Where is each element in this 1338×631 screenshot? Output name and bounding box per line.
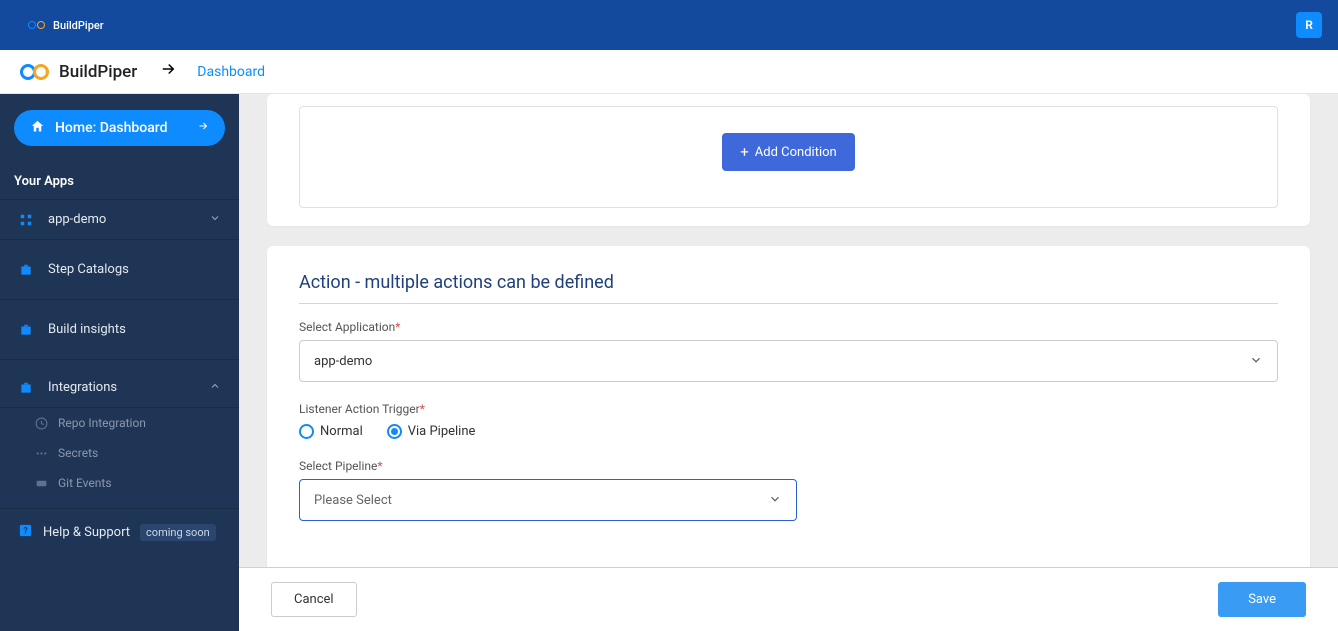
dots-icon xyxy=(34,447,48,460)
sidebar-subitem-label: Repo Integration xyxy=(58,416,146,430)
sidebar-subitem-secrets[interactable]: Secrets xyxy=(0,438,239,468)
circle-arrow-icon xyxy=(34,417,48,430)
sidebar-item-label: Build insights xyxy=(48,322,126,337)
arrow-right-icon xyxy=(197,120,209,136)
conditions-inner-box: + Add Condition xyxy=(299,106,1278,208)
briefcase-icon xyxy=(18,381,34,395)
logo-ring-blue-icon xyxy=(28,21,36,29)
sidebar-item-label: Integrations xyxy=(48,380,117,395)
sidebar-item-help-support[interactable]: ? Help & Support coming soon xyxy=(0,508,239,556)
save-button[interactable]: Save xyxy=(1218,582,1306,617)
briefcase-icon xyxy=(18,263,34,277)
grid-icon xyxy=(18,213,34,227)
select-pipeline-placeholder: Please Select xyxy=(314,493,392,508)
main-content: + Add Condition Action - multiple action… xyxy=(239,94,1338,631)
brand-big: BuildPiper xyxy=(59,62,137,82)
footer-bar: Cancel Save xyxy=(239,567,1338,631)
select-application-dropdown[interactable]: app-demo xyxy=(299,340,1278,382)
sidebar-item-build-insights[interactable]: Build insights xyxy=(0,300,239,360)
conditions-card: + Add Condition xyxy=(267,94,1310,226)
brand-small: BuildPiper xyxy=(53,19,104,32)
select-application-value: app-demo xyxy=(314,354,372,369)
breadcrumb-bar: BuildPiper Dashboard xyxy=(0,50,1338,94)
sidebar-subitem-label: Git Events xyxy=(58,476,112,490)
home-dashboard-button[interactable]: Home: Dashboard xyxy=(14,110,225,146)
breadcrumb-logo[interactable]: BuildPiper xyxy=(20,62,137,82)
coming-soon-badge: coming soon xyxy=(140,524,216,541)
sidebar: Home: Dashboard Your Apps app-demo xyxy=(0,94,239,631)
radio-icon xyxy=(299,424,314,439)
sidebar-item-label: Step Catalogs xyxy=(48,262,129,277)
action-heading: Action - multiple actions can be defined xyxy=(299,272,1278,293)
radio-via-pipeline-label: Via Pipeline xyxy=(408,424,476,439)
arrow-right-icon xyxy=(159,60,177,83)
radio-normal-label: Normal xyxy=(320,424,363,439)
logo-ring-orange-icon xyxy=(33,64,49,80)
help-label: Help & Support xyxy=(43,525,130,540)
ticket-icon xyxy=(34,477,48,490)
sidebar-item-app-demo[interactable]: app-demo xyxy=(0,199,239,240)
add-condition-label: Add Condition xyxy=(755,145,837,160)
svg-text:?: ? xyxy=(23,527,28,537)
briefcase-icon xyxy=(18,323,34,337)
select-pipeline-label: Select Pipeline* xyxy=(299,459,1278,473)
top-bar: BuildPiper R xyxy=(0,0,1338,50)
chevron-up-icon xyxy=(209,380,221,395)
select-pipeline-dropdown[interactable]: Please Select xyxy=(299,479,797,521)
sidebar-subitem-git-events[interactable]: Git Events xyxy=(0,468,239,508)
layout: Home: Dashboard Your Apps app-demo xyxy=(0,94,1338,631)
logo-ring-orange-icon xyxy=(37,21,45,29)
breadcrumb-dashboard-link[interactable]: Dashboard xyxy=(197,64,265,80)
divider xyxy=(299,303,1278,304)
sidebar-subitem-label: Secrets xyxy=(58,446,98,460)
radio-via-pipeline[interactable]: Via Pipeline xyxy=(387,424,476,439)
sidebar-item-step-catalogs[interactable]: Step Catalogs xyxy=(0,240,239,300)
select-application-label: Select Application* xyxy=(299,320,1278,334)
plus-icon: + xyxy=(740,143,749,161)
help-square-icon: ? xyxy=(18,523,33,542)
radio-normal[interactable]: Normal xyxy=(299,424,363,439)
trigger-radio-group: Normal Via Pipeline xyxy=(299,424,1278,439)
sidebar-item-label: app-demo xyxy=(48,212,106,227)
home-icon xyxy=(30,119,45,138)
home-label: Home: Dashboard xyxy=(55,120,167,136)
sidebar-section-your-apps: Your Apps xyxy=(0,166,239,199)
chevron-down-icon xyxy=(1249,353,1263,370)
sidebar-subitem-repo-integration[interactable]: Repo Integration xyxy=(0,408,239,438)
chevron-down-icon xyxy=(209,212,221,227)
chevron-down-icon xyxy=(768,492,782,509)
add-condition-button[interactable]: + Add Condition xyxy=(722,133,854,171)
user-avatar-badge[interactable]: R xyxy=(1296,12,1322,38)
action-card: Action - multiple actions can be defined… xyxy=(267,246,1310,571)
sidebar-item-integrations[interactable]: Integrations xyxy=(0,360,239,408)
radio-filled-icon xyxy=(387,424,402,439)
listener-action-trigger-label: Listener Action Trigger* xyxy=(299,402,1278,416)
cancel-button[interactable]: Cancel xyxy=(271,582,357,617)
top-bar-logo[interactable]: BuildPiper xyxy=(28,19,104,32)
